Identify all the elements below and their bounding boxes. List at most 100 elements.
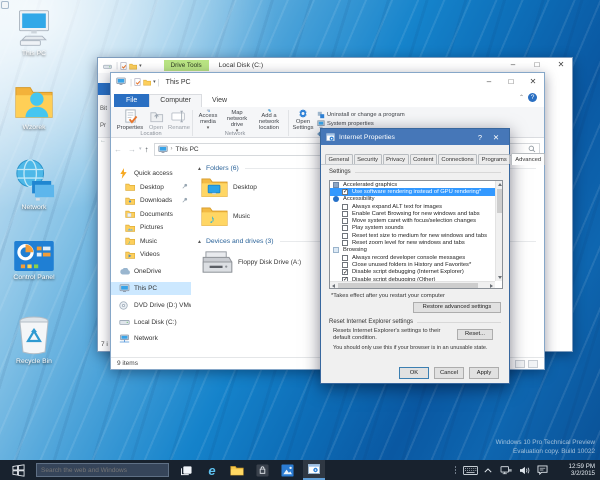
minimize-button[interactable]: – xyxy=(478,73,500,90)
reset-button[interactable]: Reset... xyxy=(457,329,493,340)
back-arrow-icon[interactable]: ← xyxy=(114,145,122,154)
open-button[interactable]: Open xyxy=(145,109,167,131)
recent-locations-chevron-icon[interactable]: ▾ xyxy=(139,146,142,152)
network-status-button[interactable] xyxy=(497,460,515,480)
start-button[interactable] xyxy=(0,460,36,480)
tab-advanced[interactable]: Advanced xyxy=(511,153,545,165)
collapse-chevron-icon[interactable]: ▲ xyxy=(197,166,202,172)
advanced-settings-list[interactable]: Accelerated graphics Use software render… xyxy=(329,180,503,289)
scroll-left-icon[interactable] xyxy=(332,284,335,288)
restore-advanced-settings-button[interactable]: Restore advanced settings xyxy=(413,302,501,313)
tab-content[interactable]: Content xyxy=(410,154,437,164)
dialog-close-button[interactable]: ✕ xyxy=(488,133,504,142)
desktop-icon-recycle-bin[interactable]: Recycle Bin xyxy=(3,312,65,365)
scrollbar-thumb[interactable] xyxy=(338,283,478,288)
scroll-up-icon[interactable] xyxy=(498,183,502,186)
folder-quick-icon[interactable] xyxy=(143,73,151,91)
tree-checkbox-row[interactable]: Always record developer console messages xyxy=(330,254,502,261)
sidebar-item-onedrive[interactable]: OneDrive xyxy=(111,265,191,278)
file-explorer-button[interactable] xyxy=(226,460,248,480)
scroll-right-icon[interactable] xyxy=(490,284,493,288)
drive-tools-contextual-tab[interactable]: Drive Tools xyxy=(164,60,209,71)
sidebar-item-dvd-drive[interactable]: DVD Drive (D:) VMw xyxy=(111,299,191,312)
sidebar-item-pictures[interactable]: Pictures xyxy=(111,221,191,234)
sidebar-item-network[interactable]: Network xyxy=(111,332,191,345)
maximize-button[interactable]: □ xyxy=(500,73,522,90)
uninstall-program-button[interactable]: Uninstall or change a program xyxy=(317,110,447,119)
front-window-titlebar[interactable]: | ▾ | This PC – □ ✕ xyxy=(111,73,544,91)
tab-file[interactable]: File xyxy=(114,94,149,107)
map-network-drive-button[interactable]: Map network drive▾ xyxy=(222,109,252,131)
tree-checkbox-row[interactable]: Move system caret with focus/selection c… xyxy=(330,217,502,224)
large-icons-view-button[interactable] xyxy=(528,360,538,368)
back-window-file-tab-fragment[interactable] xyxy=(98,83,110,95)
vertical-scrollbar[interactable] xyxy=(495,181,502,281)
tree-checkbox-row[interactable]: Play system sounds xyxy=(330,225,502,232)
back-window-titlebar[interactable]: | ▾ Drive Tools Local Disk (C:) – □ ✕ xyxy=(98,58,572,73)
taskbar-clock[interactable]: 12:59 PM 3/2/2015 xyxy=(555,463,595,478)
back-arrow-fragment[interactable]: ← xyxy=(100,138,106,144)
qat-chevron-down-icon[interactable]: ▾ xyxy=(153,79,156,85)
help-icon[interactable]: ? xyxy=(528,93,537,102)
action-center-button[interactable] xyxy=(533,460,551,480)
tab-view[interactable]: View xyxy=(202,95,237,107)
tab-programs[interactable]: Programs xyxy=(478,154,510,164)
tab-security[interactable]: Security xyxy=(354,154,382,164)
photos-button[interactable] xyxy=(276,460,298,480)
close-button[interactable]: ✕ xyxy=(550,58,572,72)
properties-button[interactable]: Properties xyxy=(115,109,145,131)
tab-privacy[interactable]: Privacy xyxy=(383,154,409,164)
tile-desktop[interactable]: Desktop xyxy=(201,176,257,198)
collapse-chevron-icon[interactable]: ▲ xyxy=(197,239,202,245)
forward-arrow-icon[interactable]: → xyxy=(128,145,136,154)
horizontal-scrollbar[interactable] xyxy=(330,281,495,288)
scroll-down-icon[interactable] xyxy=(498,276,502,279)
internet-properties-dialog[interactable]: Internet Properties ? ✕ General Security… xyxy=(320,128,510,384)
add-network-location-button[interactable]: Add a network location xyxy=(252,109,286,131)
taskbar-running-internet-properties[interactable] xyxy=(303,460,325,480)
desktop-icon-this-pc[interactable]: This PC xyxy=(3,8,65,57)
tree-checkbox-row[interactable]: Always expand ALT text for images xyxy=(330,203,502,210)
checkbox[interactable] xyxy=(342,269,348,275)
tree-checkbox-row[interactable]: Close unused folders in History and Favo… xyxy=(330,261,502,268)
tab-computer[interactable]: Computer xyxy=(149,94,202,107)
sidebar-item-desktop[interactable]: Desktop xyxy=(111,181,191,194)
tab-connections[interactable]: Connections xyxy=(438,154,477,164)
ribbon-collapse-icon[interactable]: ⌃ xyxy=(519,94,524,101)
tree-checkbox-row[interactable]: Reset text size to medium for new window… xyxy=(330,232,502,239)
maximize-button[interactable]: □ xyxy=(526,58,548,72)
open-settings-button[interactable]: Open Settings xyxy=(290,109,316,131)
checkbox[interactable] xyxy=(342,204,348,210)
tree-checkbox-row[interactable]: Enable Caret Browsing for new windows an… xyxy=(330,210,502,217)
sidebar-item-this-pc[interactable]: This PC xyxy=(111,282,191,295)
search-input[interactable] xyxy=(41,467,164,474)
access-media-button[interactable]: Access media▾ xyxy=(194,109,222,131)
tree-section[interactable]: Browsing xyxy=(330,247,502,254)
ok-button[interactable]: OK xyxy=(399,367,429,379)
volume-button[interactable] xyxy=(515,460,533,480)
checkbox[interactable] xyxy=(342,233,348,239)
tab-general[interactable]: General xyxy=(325,154,353,164)
minimize-button[interactable]: – xyxy=(502,58,524,72)
task-view-button[interactable] xyxy=(175,460,197,480)
dialog-help-button[interactable]: ? xyxy=(472,133,488,142)
desktop-icon-network[interactable]: Network xyxy=(3,158,65,211)
properties-quick-icon[interactable] xyxy=(134,73,141,91)
sidebar-item-videos[interactable]: Videos xyxy=(111,248,191,261)
desktop-icon-control-panel[interactable]: Control Panel xyxy=(3,240,65,281)
checkbox[interactable] xyxy=(342,189,348,195)
apply-button[interactable]: Apply xyxy=(469,367,499,379)
store-button[interactable] xyxy=(251,460,273,480)
checkbox[interactable] xyxy=(342,240,348,246)
tree-checkbox-row[interactable]: Use software rendering instead of GPU re… xyxy=(330,188,502,195)
checkbox[interactable] xyxy=(342,211,348,217)
checkbox[interactable] xyxy=(342,218,348,224)
tree-checkbox-row[interactable]: Disable script debugging (Internet Explo… xyxy=(330,269,502,276)
checkbox[interactable] xyxy=(342,225,348,231)
up-arrow-icon[interactable]: ↑ xyxy=(145,145,149,154)
sidebar-item-documents[interactable]: Documents xyxy=(111,208,191,221)
sidebar-item-local-disk[interactable]: Local Disk (C:) xyxy=(111,316,191,329)
tile-music[interactable]: ♪ Music xyxy=(201,205,250,227)
checkbox[interactable] xyxy=(342,262,348,268)
checkbox[interactable] xyxy=(342,255,348,261)
